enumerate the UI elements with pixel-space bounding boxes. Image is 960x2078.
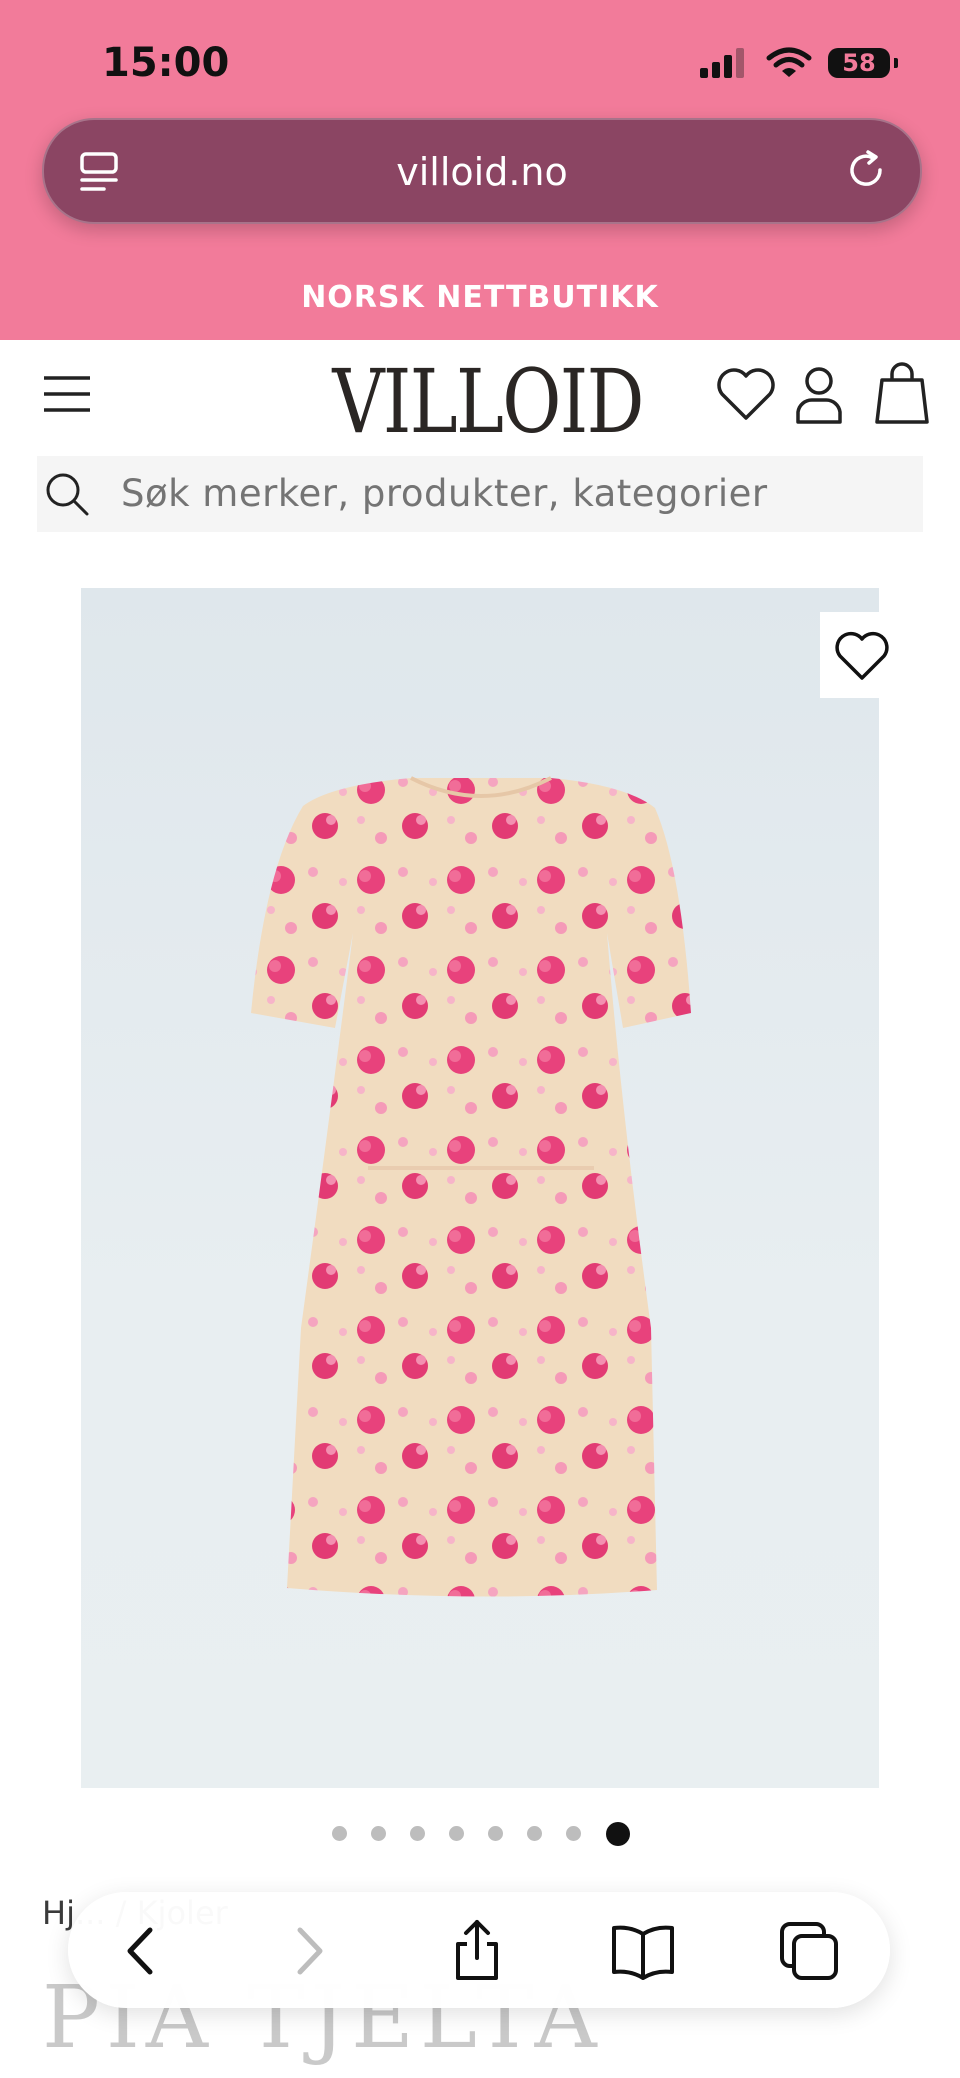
- status-icons: 58: [700, 44, 910, 84]
- carousel-dot[interactable]: [566, 1826, 581, 1841]
- carousel-dot[interactable]: [449, 1826, 464, 1841]
- search-input[interactable]: Søk merker, produkter, kategorier: [121, 472, 768, 515]
- forward-icon[interactable]: [272, 1916, 342, 1986]
- wishlist-button[interactable]: [820, 612, 904, 698]
- product-image[interactable]: [81, 588, 879, 1788]
- carousel-dot-active[interactable]: [606, 1822, 630, 1846]
- heart-icon[interactable]: [716, 366, 776, 422]
- wifi-icon: [766, 47, 812, 77]
- carousel-dot[interactable]: [332, 1826, 347, 1841]
- carousel-dot[interactable]: [410, 1826, 425, 1841]
- bookmarks-icon[interactable]: [608, 1916, 678, 1986]
- search-bar[interactable]: Søk merker, produkter, kategorier: [37, 456, 923, 532]
- floral-dress-image: [251, 776, 691, 1597]
- promo-banner: NORSK NETTBUTIKK: [301, 280, 659, 315]
- site-logo[interactable]: VILLOID: [332, 350, 644, 453]
- browser-toolbar: [68, 1892, 890, 2008]
- carousel-indicator[interactable]: [0, 1822, 960, 1846]
- hamburger-menu-icon[interactable]: [42, 372, 92, 416]
- signal-icon: [700, 48, 748, 78]
- user-icon[interactable]: [794, 366, 844, 426]
- status-time: 15:00: [102, 40, 230, 86]
- heart-icon: [835, 631, 889, 680]
- share-icon[interactable]: [442, 1916, 512, 1986]
- battery-level: 58: [842, 49, 876, 77]
- back-icon[interactable]: [108, 1916, 178, 1986]
- reload-icon[interactable]: [844, 148, 888, 192]
- carousel-dot[interactable]: [527, 1826, 542, 1841]
- carousel-dot[interactable]: [371, 1826, 386, 1841]
- shopping-bag-icon[interactable]: [874, 362, 930, 426]
- tabs-icon[interactable]: [774, 1916, 844, 1986]
- search-icon: [46, 473, 89, 516]
- battery-icon: 58: [828, 48, 898, 78]
- url-text[interactable]: villoid.no: [44, 150, 920, 194]
- address-bar[interactable]: villoid.no: [42, 118, 922, 224]
- carousel-dot[interactable]: [488, 1826, 503, 1841]
- browser-chrome: 15:00 58 villoid.no NORSK NETTBUTIKK: [0, 0, 960, 340]
